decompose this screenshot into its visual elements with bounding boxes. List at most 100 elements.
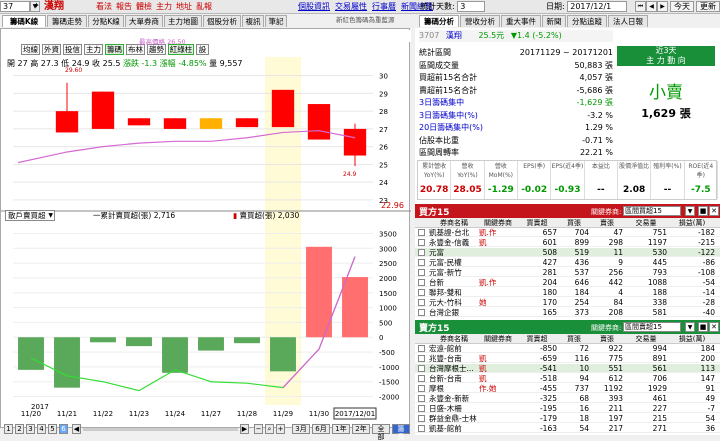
nav-report[interactable]: 報告 (116, 1, 132, 12)
column-header[interactable]: 損益(萬) (669, 218, 715, 228)
nav-main[interactable]: 主力 (156, 1, 172, 12)
tab-branch-track[interactable]: 分點追蹤 (567, 15, 607, 27)
sell-filter-chevron-icon[interactable]: ▼ (685, 322, 695, 332)
sell-filter-select[interactable]: 區間賣超15 (623, 322, 681, 332)
page-3[interactable]: 3 (26, 424, 35, 434)
table-row[interactable]: 凱基-館前 -163 54 217 271 36 (415, 424, 720, 433)
tab-chip-trend[interactable]: 籌碼走勢 (47, 15, 87, 27)
zoom-3m[interactable]: 3月 (292, 424, 310, 434)
row-checkbox[interactable] (418, 355, 425, 362)
row-checkbox[interactable] (418, 229, 425, 236)
link-trade-attr[interactable]: 交易屬性 (335, 2, 367, 11)
sell-panel-close-icon[interactable]: ✕ (709, 322, 719, 332)
table-row[interactable]: 元富-民權 427 436 9 445 -86 (415, 258, 720, 267)
buy-panel-action-icon[interactable]: ■ (698, 206, 708, 216)
column-header[interactable]: 損益(萬) (669, 334, 715, 344)
date-input[interactable]: 2017/12/1 (567, 1, 628, 12)
prev-icon[interactable]: ◀ (646, 1, 657, 12)
table-row[interactable]: 元富-新竹 281 537 256 793 -108 (415, 268, 720, 277)
row-checkbox[interactable] (418, 345, 425, 352)
zoom-chip[interactable]: 籌費 (392, 424, 410, 441)
row-checkbox[interactable] (418, 249, 425, 256)
table-row[interactable]: 台新-台南 凱 -518 94 612 706 147 (415, 374, 720, 383)
scrollbar-track[interactable] (83, 428, 238, 431)
row-checkbox[interactable] (418, 425, 425, 432)
row-checkbox[interactable] (418, 259, 425, 266)
tab-stock-analysis[interactable]: 個股分析 (203, 15, 241, 27)
table-row[interactable]: 兆豐-台南 凱 -659 116 775 891 200 (415, 354, 720, 363)
zoom-2y[interactable]: 2年 (352, 424, 370, 434)
table-row[interactable]: 永豐金-信義凱 601 899 298 1197 -215 (415, 238, 720, 247)
column-header[interactable]: 券商名稱 (429, 334, 479, 344)
sell-panel-action-icon[interactable]: ■ (698, 322, 708, 332)
next-icon[interactable]: ▶ (657, 1, 668, 12)
column-header[interactable]: 券商名稱 (429, 218, 479, 228)
table-row[interactable]: 元大-竹科 她 170 254 84 338 -28 (415, 298, 720, 307)
row-checkbox[interactable] (418, 239, 425, 246)
page-1[interactable]: 1 (4, 424, 13, 434)
row-checkbox[interactable] (418, 385, 425, 392)
column-header[interactable]: 交易量 (625, 218, 667, 228)
column-header[interactable]: 賣張 (591, 334, 623, 344)
first-icon[interactable]: ⏮ (635, 1, 646, 12)
row-checkbox[interactable] (418, 415, 425, 422)
buy-panel-close-icon[interactable]: ✕ (709, 206, 719, 216)
zoom-in-icon[interactable]: + (276, 424, 285, 434)
zoom-1y[interactable]: 1年 (332, 424, 350, 434)
table-row[interactable]: 聯邦-雙和 180 184 4 188 -14 (415, 288, 720, 297)
row-checkbox[interactable] (418, 375, 425, 382)
row-checkbox[interactable] (418, 309, 425, 316)
page-4[interactable]: 4 (37, 424, 46, 434)
scroll-left-icon[interactable]: ◀ (72, 424, 81, 434)
zoom-all[interactable]: 全部 (372, 424, 390, 441)
column-header[interactable]: 買賣超 (517, 334, 557, 344)
nav-view[interactable]: 看法 (96, 1, 112, 12)
tab-chip-k[interactable]: 籌碼K線 (2, 15, 46, 27)
column-header[interactable]: 關鍵券商 (479, 218, 517, 228)
table-row[interactable]: 元富 508 519 11 530 -122 (415, 248, 720, 257)
row-checkbox[interactable] (418, 299, 425, 306)
tab-revenue[interactable]: 營收分析 (460, 15, 500, 27)
table-row[interactable]: 永豐金-新新 -325 68 393 461 49 (415, 394, 720, 403)
search-zoom-icon[interactable]: ⌕ (265, 424, 274, 434)
table-row[interactable]: 群益金鼎-士林 -179 18 197 215 54 (415, 414, 720, 423)
zoom-out-icon[interactable]: − (254, 424, 263, 434)
link-calendar[interactable]: 行事曆 (372, 2, 396, 11)
days-select[interactable]: 3 (457, 1, 486, 12)
tab-chip-analysis[interactable]: 籌碼分析 (419, 15, 459, 27)
scroll-right-icon[interactable]: ▶ (240, 424, 249, 434)
table-row[interactable]: 摩根 作.她 -455 737 1192 1929 91 (415, 384, 720, 393)
tab-institution[interactable]: 法人日報 (608, 15, 648, 27)
nav-alert[interactable]: 亂報 (196, 1, 212, 12)
tab-events[interactable]: 重大事件 (501, 15, 541, 27)
column-header[interactable]: 買賣超 (517, 218, 557, 228)
row-checkbox[interactable] (418, 269, 425, 276)
tab-branch-k[interactable]: 分點K線 (88, 15, 124, 27)
buy-filter-select[interactable]: 區間買超15 (623, 206, 681, 216)
row-checkbox[interactable] (418, 365, 425, 372)
table-row[interactable]: 宏遠-館前 -850 72 922 994 184 (415, 344, 720, 353)
column-header[interactable]: 買張 (559, 218, 589, 228)
zoom-6m[interactable]: 6月 (312, 424, 330, 434)
tab-news[interactable]: 新聞 (542, 15, 566, 27)
column-header[interactable]: 關鍵券商 (479, 334, 517, 344)
page-6[interactable]: 6 (59, 424, 68, 434)
column-header[interactable]: 賣張 (591, 218, 623, 228)
nav-check[interactable]: 體檢 (136, 1, 152, 12)
stock-code-input[interactable]: 37 (0, 1, 30, 12)
row-checkbox[interactable] (418, 289, 425, 296)
search-icon[interactable]: ✦ (33, 1, 40, 10)
tab-big-broker[interactable]: 大單券商 (125, 15, 163, 27)
tab-main-map[interactable]: 主力地圖 (164, 15, 202, 27)
link-stock-info[interactable]: 個股資訊 (298, 2, 330, 11)
table-row[interactable]: 凱基證-台北 凱.作 657 704 47 751 -182 (415, 228, 720, 237)
page-2[interactable]: 2 (15, 424, 24, 434)
indicator-dropdown[interactable]: 散戶賣買超 ▼ (5, 210, 55, 221)
table-row[interactable]: 日盛-木柵 -195 16 211 227 -7 (415, 404, 720, 413)
row-checkbox[interactable] (418, 395, 425, 402)
today-button[interactable]: 今天 (670, 1, 694, 12)
column-header[interactable]: 交易量 (625, 334, 667, 344)
tab-recheck[interactable]: 複訊 (242, 15, 264, 27)
page-5[interactable]: 5 (48, 424, 57, 434)
nav-address[interactable]: 地址 (176, 1, 192, 12)
